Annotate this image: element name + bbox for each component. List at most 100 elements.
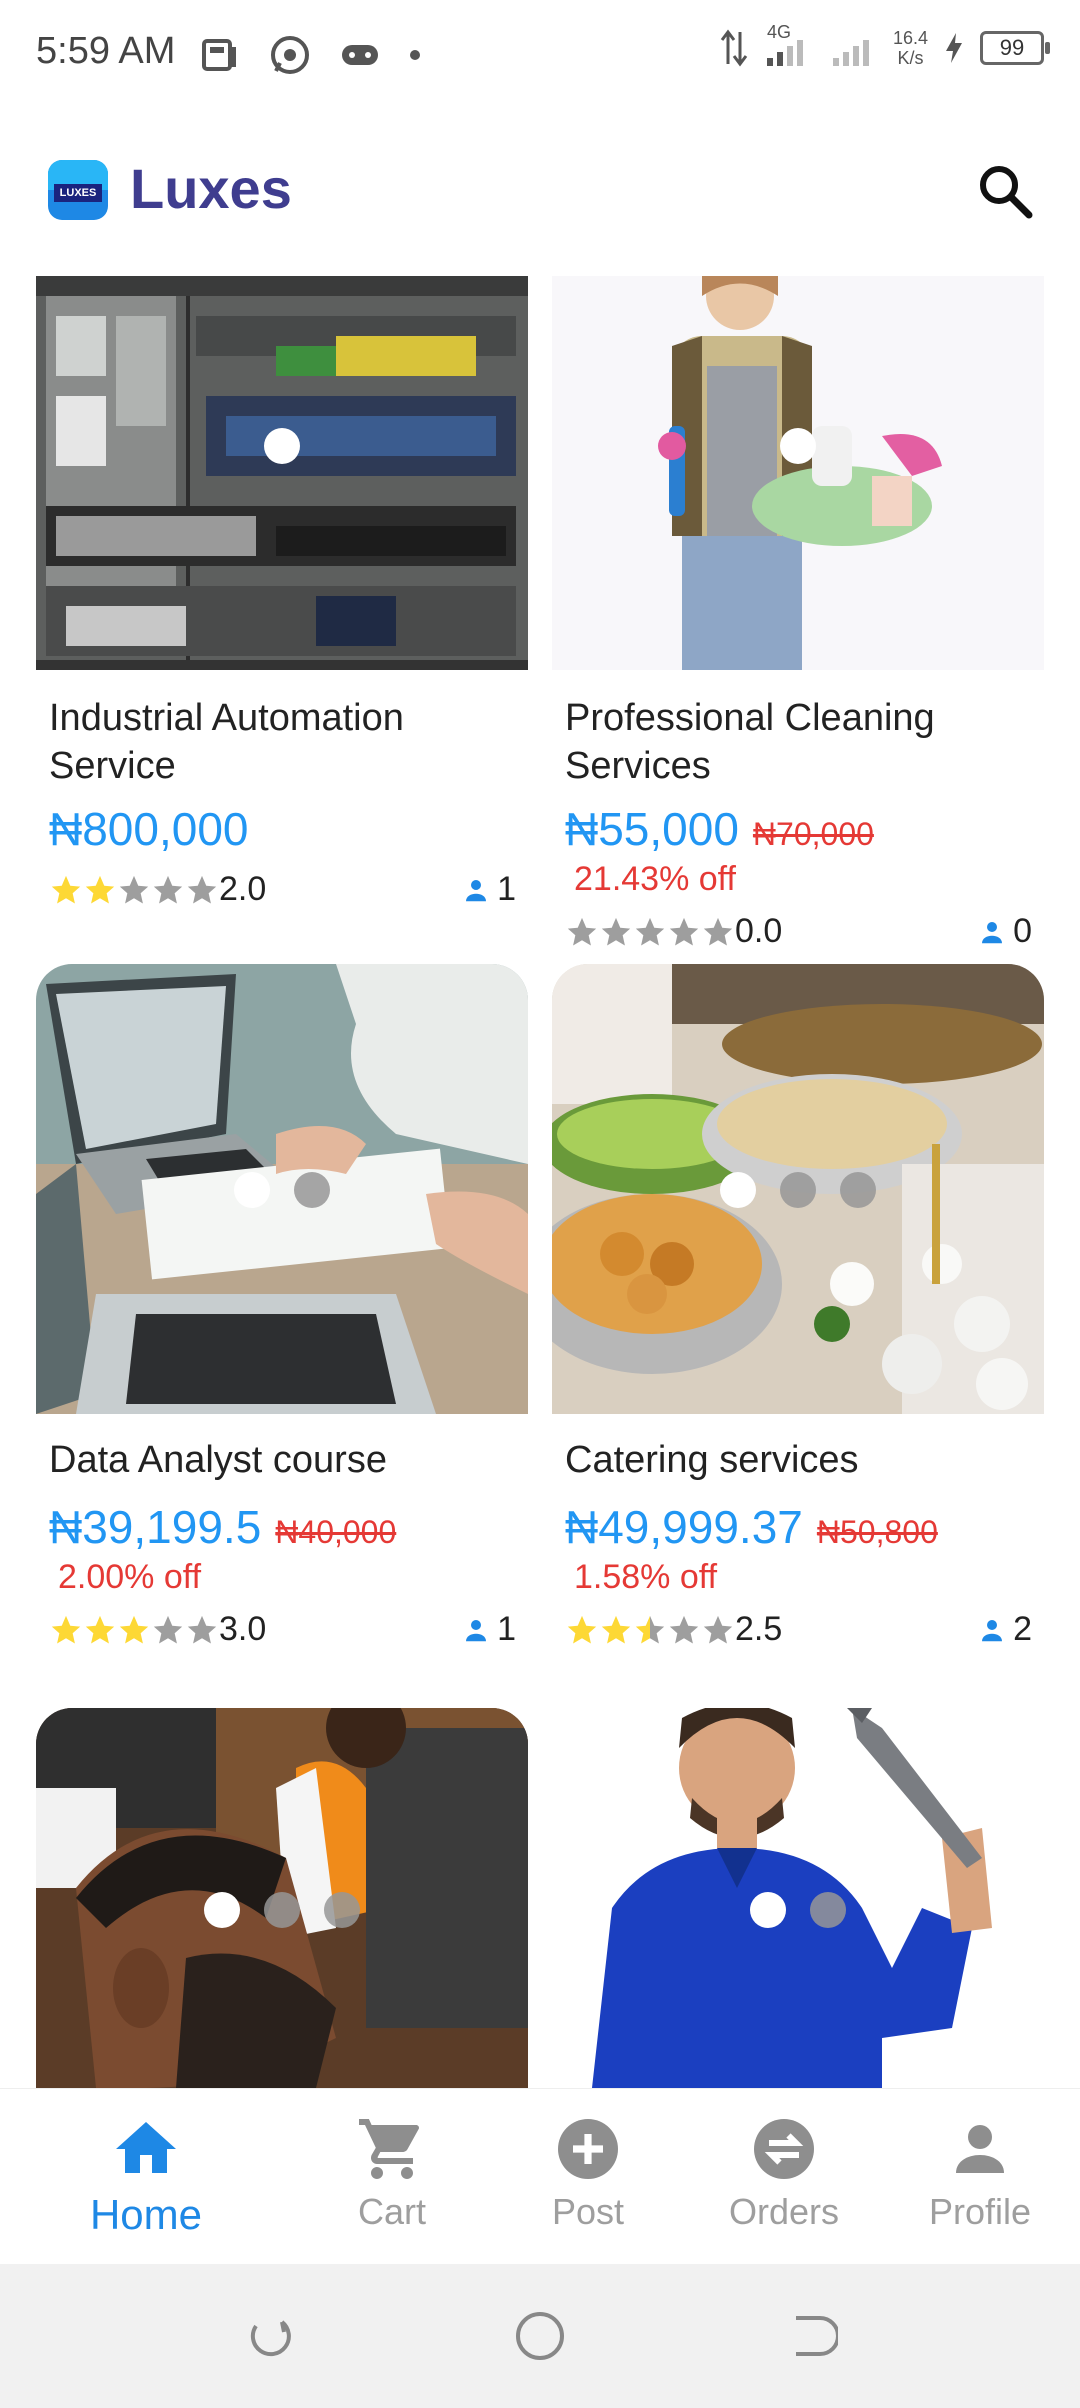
product-title: Industrial Automation Service [49,697,404,787]
star-icon [119,1615,149,1643]
product-card[interactable]: Catering services ₦49,999.37 ₦50,800 1.5… [552,964,1044,1654]
carousel-dot [324,1892,360,1928]
carousel-dot-active [780,428,816,464]
star-icon [669,917,699,945]
nav-profile[interactable]: Profile [880,2113,1080,2233]
star-icon [187,1615,217,1643]
rating-value: 2.5 [735,1610,783,1648]
rating-value: 2.0 [219,870,267,908]
carousel-dot [810,1892,846,1928]
star-icon [703,917,733,945]
discount-label: 21.43% off [574,860,736,898]
home-icon [116,2122,176,2173]
search-icon[interactable] [974,160,1036,222]
brand-title: Luxes [130,157,292,220]
more-dot-icon [410,50,420,60]
product-card[interactable]: Data Analyst course ₦39,199.5 ₦40,000 2.… [36,964,528,1654]
star-icon [601,917,631,945]
star-icon [51,1615,81,1643]
product-price: ₦49,999.37 [565,1501,803,1553]
rating-value: 0.0 [735,912,783,950]
add-circle-icon [558,2119,618,2179]
discount-label: 2.00% off [58,1558,202,1596]
nav-cart[interactable]: Cart [292,2113,492,2233]
carousel-dot-active [750,1892,786,1928]
system-navigation-bar [0,2264,1080,2408]
star-icon [669,1615,699,1643]
product-card[interactable] [36,1708,528,2088]
data-transfer-icon [720,29,748,67]
back-icon[interactable] [782,2308,838,2364]
luxes-logo: LUXES [48,160,108,220]
person-icon [982,1619,1003,1641]
star-icon [85,875,115,903]
cart-icon [359,2119,419,2179]
product-price: ₦55,000 [565,803,739,855]
product-image-automation[interactable] [36,276,528,670]
product-title: Catering services [565,1439,859,1481]
buyer-count: 1 [461,1610,516,1649]
star-icon [119,875,149,903]
nav-home[interactable]: Home [46,2113,246,2239]
bottom-navigation: Home Cart Post Orders Profile [0,2088,1080,2265]
buyer-count: 1 [461,870,516,909]
person-icon [466,879,487,901]
recent-apps-icon[interactable] [242,2308,298,2364]
product-image-mechanic[interactable] [552,1708,1044,2088]
product-image-barber[interactable] [36,1708,528,2088]
star-icon [187,875,217,903]
product-title: Professional Cleaning Services [565,697,935,787]
carousel-dot-active [204,1892,240,1928]
person-icon [956,2125,1004,2173]
whatsapp-icon [271,36,309,74]
product-price: ₦39,199.5 [49,1501,262,1553]
product-price: ₦800,000 [49,803,249,855]
rating-value: 3.0 [219,1610,267,1648]
star-rating: 0.0 [565,912,782,951]
app-bar: LUXES Luxes [0,150,1080,240]
product-card[interactable]: Professional Cleaning Services ₦55,000 ₦… [552,276,1044,956]
product-image-catering[interactable] [552,964,1044,1414]
buyer-count: 0 [977,912,1032,951]
star-icon [601,1615,631,1643]
star-icon [567,917,597,945]
nav-orders[interactable]: Orders [684,2113,884,2233]
charging-icon [946,33,962,63]
carousel-dot-active [720,1172,756,1208]
carousel-dot-active [234,1172,270,1208]
star-icon [635,917,665,945]
product-image-data-analyst[interactable] [36,964,528,1414]
product-image-cleaning[interactable] [552,276,1044,670]
carousel-dot [780,1172,816,1208]
news-app-icon [202,39,236,71]
person-icon [466,1619,487,1641]
gamepad-icon [342,45,378,65]
carousel-dot [840,1172,876,1208]
home-button-icon[interactable] [512,2308,568,2364]
nav-post[interactable]: Post [488,2113,688,2233]
buyer-count: 2 [977,1610,1032,1649]
discount-label: 1.58% off [574,1558,718,1596]
product-title: Data Analyst course [49,1439,387,1481]
star-icon [153,875,183,903]
person-icon [982,921,1003,943]
original-price: ₦50,800 [816,1514,938,1550]
signal-2-icon [832,40,869,66]
carousel-dot [294,1172,330,1208]
status-bar: 5:59 AM 4G 16.4 K/s 99 [0,0,1080,108]
product-card[interactable] [552,1708,1044,2088]
star-icon [635,1615,665,1643]
star-rating: 2.0 [49,870,266,909]
original-price: ₦70,000 [752,816,874,852]
star-rating: 3.0 [49,1610,266,1649]
original-price: ₦40,000 [275,1514,397,1550]
notification-icons [200,30,422,80]
star-icon [703,1615,733,1643]
star-icon [51,875,81,903]
status-time: 5:59 AM [36,30,176,72]
network-speed: 16.4 K/s [892,28,928,68]
star-icon [153,1615,183,1643]
battery-indicator: 99 [980,31,1050,65]
carousel-dot-active [264,428,300,464]
product-card[interactable]: Industrial Automation Service ₦800,000 2… [36,276,528,916]
